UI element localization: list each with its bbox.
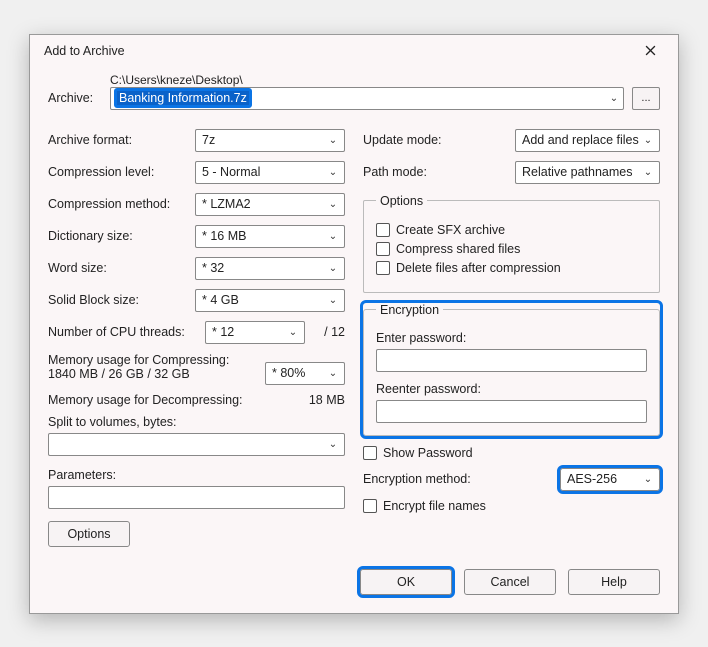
- chevron-down-icon: ⌄: [641, 167, 655, 178]
- compress-shared-checkbox[interactable]: [376, 242, 390, 256]
- archive-filename-combo[interactable]: Banking Information.7z ⌄: [110, 87, 624, 110]
- mem-decompressing-value: 18 MB: [309, 393, 345, 407]
- word-size-select[interactable]: * 32 ⌄: [195, 257, 345, 280]
- cpu-threads-select[interactable]: * 12 ⌄: [205, 321, 305, 344]
- dialog-buttons: OK Cancel Help: [48, 569, 660, 595]
- options-group: Options Create SFX archive Compress shar…: [363, 194, 660, 293]
- update-mode-select[interactable]: Add and replace files ⌄: [515, 129, 660, 152]
- chevron-down-icon: ⌄: [286, 327, 300, 338]
- update-mode-label: Update mode:: [363, 133, 515, 147]
- dictionary-size-label: Dictionary size:: [48, 229, 195, 243]
- chevron-down-icon: ⌄: [326, 135, 340, 146]
- chevron-down-icon: ⌄: [326, 231, 340, 242]
- parameters-label: Parameters:: [48, 468, 345, 482]
- word-size-label: Word size:: [48, 261, 195, 275]
- chevron-down-icon: ⌄: [641, 135, 655, 146]
- reenter-password-label: Reenter password:: [376, 382, 647, 396]
- titlebar: Add to Archive: [30, 35, 678, 67]
- browse-button[interactable]: ...: [632, 87, 660, 110]
- enter-password-input[interactable]: [376, 349, 647, 372]
- archive-format-select[interactable]: 7z ⌄: [195, 129, 345, 152]
- archive-filename[interactable]: Banking Information.7z: [117, 91, 249, 105]
- window-title: Add to Archive: [44, 44, 630, 58]
- chevron-down-icon: ⌄: [641, 474, 655, 485]
- mem-compressing-label: Memory usage for Compressing:: [48, 353, 265, 367]
- parameters-input[interactable]: [48, 486, 345, 509]
- ok-button[interactable]: OK: [360, 569, 452, 595]
- archive-path-prefix: C:\Users\kneze\Desktop\: [110, 73, 660, 87]
- delete-after-checkbox[interactable]: [376, 261, 390, 275]
- chevron-down-icon: ⌄: [326, 439, 340, 450]
- solid-block-size-label: Solid Block size:: [48, 293, 195, 307]
- compression-method-select[interactable]: * LZMA2 ⌄: [195, 193, 345, 216]
- chevron-down-icon: ⌄: [326, 199, 340, 210]
- compression-level-select[interactable]: 5 - Normal ⌄: [195, 161, 345, 184]
- options-button[interactable]: Options: [48, 521, 130, 547]
- show-password-label: Show Password: [383, 446, 473, 460]
- compression-level-label: Compression level:: [48, 165, 195, 179]
- split-volumes-label: Split to volumes, bytes:: [48, 415, 345, 429]
- archive-label: Archive:: [48, 91, 102, 105]
- left-column: Archive format: 7z ⌄ Compression level: …: [48, 120, 345, 547]
- chevron-down-icon: ⌄: [326, 167, 340, 178]
- close-icon: [645, 45, 656, 56]
- right-column: Update mode: Add and replace files ⌄ Pat…: [363, 120, 660, 547]
- archive-section: C:\Users\kneze\Desktop\ Archive: Banking…: [48, 73, 660, 110]
- split-volumes-select[interactable]: ⌄: [48, 433, 345, 456]
- encrypt-names-label: Encrypt file names: [383, 499, 486, 513]
- encryption-group: Encryption Enter password: Reenter passw…: [363, 303, 660, 436]
- mem-compressing-pct-select[interactable]: * 80% ⌄: [265, 362, 345, 385]
- enter-password-label: Enter password:: [376, 331, 647, 345]
- mem-compressing-value: 1840 MB / 26 GB / 32 GB: [48, 367, 265, 381]
- close-button[interactable]: [630, 37, 670, 65]
- cpu-threads-label: Number of CPU threads:: [48, 325, 205, 339]
- delete-after-label: Delete files after compression: [396, 261, 561, 275]
- chevron-down-icon: ⌄: [326, 368, 340, 379]
- chevron-down-icon: ⌄: [326, 295, 340, 306]
- mem-decompressing-label: Memory usage for Decompressing:: [48, 393, 309, 407]
- cpu-threads-total: / 12: [317, 325, 345, 339]
- path-mode-select[interactable]: Relative pathnames ⌄: [515, 161, 660, 184]
- archive-format-label: Archive format:: [48, 133, 195, 147]
- encrypt-names-checkbox[interactable]: [363, 499, 377, 513]
- dialog-window: Add to Archive C:\Users\kneze\Desktop\ A…: [29, 34, 679, 614]
- chevron-down-icon: ⌄: [605, 93, 623, 104]
- create-sfx-checkbox[interactable]: [376, 223, 390, 237]
- encryption-method-label: Encryption method:: [363, 472, 560, 486]
- create-sfx-label: Create SFX archive: [396, 223, 505, 237]
- dictionary-size-select[interactable]: * 16 MB ⌄: [195, 225, 345, 248]
- encryption-method-select[interactable]: AES-256 ⌄: [560, 468, 660, 491]
- cancel-button[interactable]: Cancel: [464, 569, 556, 595]
- compress-shared-label: Compress shared files: [396, 242, 520, 256]
- path-mode-label: Path mode:: [363, 165, 515, 179]
- chevron-down-icon: ⌄: [326, 263, 340, 274]
- show-password-checkbox[interactable]: [363, 446, 377, 460]
- options-legend: Options: [376, 194, 427, 208]
- help-button[interactable]: Help: [568, 569, 660, 595]
- compression-method-label: Compression method:: [48, 197, 195, 211]
- reenter-password-input[interactable]: [376, 400, 647, 423]
- encryption-legend: Encryption: [376, 303, 443, 317]
- solid-block-size-select[interactable]: * 4 GB ⌄: [195, 289, 345, 312]
